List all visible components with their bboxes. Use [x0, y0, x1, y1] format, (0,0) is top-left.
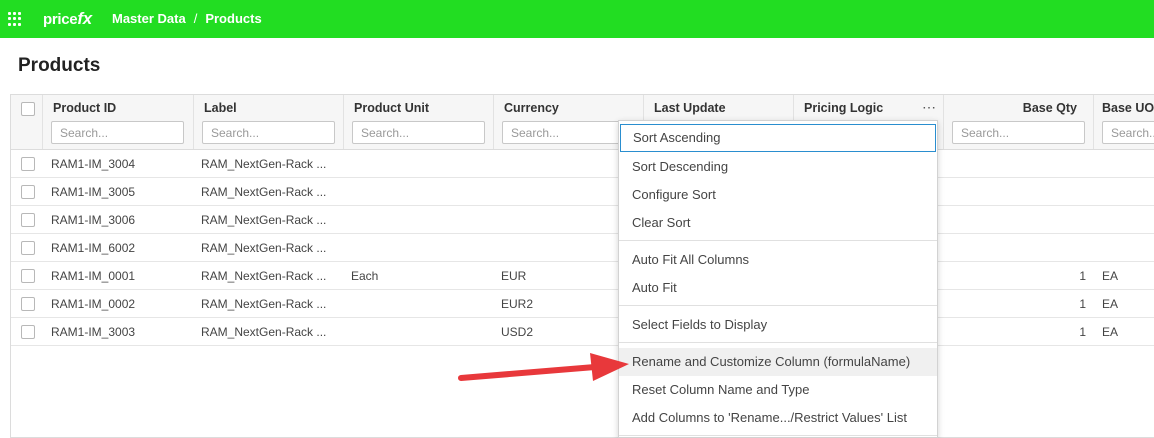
table-row[interactable]: RAM1-IM_3003 RAM_NextGen-Rack ... USD2 1… — [11, 318, 1154, 346]
menu-item-reset-column[interactable]: Reset Column Name and Type — [619, 376, 937, 404]
table-row[interactable]: RAM1-IM_3004 RAM_NextGen-Rack ... — [11, 150, 1154, 178]
select-all-checkbox[interactable] — [21, 102, 35, 116]
product-unit-search-input[interactable] — [352, 121, 485, 144]
cell-label: RAM_NextGen-Rack ... — [201, 325, 327, 339]
currency-search-input[interactable] — [502, 121, 635, 144]
breadcrumb: Master Data / Products — [112, 11, 262, 26]
cell-base-uom: EA — [1102, 325, 1119, 339]
column-context-menu: Sort Ascending Sort Descending Configure… — [618, 120, 938, 438]
breadcrumb-master-data[interactable]: Master Data — [112, 11, 186, 26]
base-uom-search-input[interactable] — [1102, 121, 1154, 144]
cell-currency: EUR2 — [501, 297, 534, 311]
menu-item-auto-fit-all[interactable]: Auto Fit All Columns — [619, 246, 937, 274]
menu-separator — [619, 305, 937, 306]
cell-base-uom: EA — [1102, 297, 1119, 311]
menu-item-rename-customize-column[interactable]: Rename and Customize Column (formulaName… — [619, 348, 937, 376]
cell-label: RAM_NextGen-Rack ... — [201, 241, 327, 255]
page-title: Products — [18, 55, 101, 76]
row-checkbox[interactable] — [21, 241, 35, 255]
row-checkbox[interactable] — [21, 157, 35, 171]
menu-item-sort-ascending[interactable]: Sort Ascending — [620, 124, 936, 152]
row-checkbox[interactable] — [21, 297, 35, 311]
menu-separator — [619, 240, 937, 241]
row-checkbox[interactable] — [21, 269, 35, 283]
cell-base-uom: EA — [1102, 269, 1119, 283]
row-checkbox[interactable] — [21, 325, 35, 339]
cell-product-id: RAM1-IM_3003 — [51, 325, 136, 339]
menu-item-configure-sort[interactable]: Configure Sort — [619, 181, 937, 209]
cell-label: RAM_NextGen-Rack ... — [201, 269, 327, 283]
cell-label: RAM_NextGen-Rack ... — [201, 297, 327, 311]
cell-currency: USD2 — [501, 325, 534, 339]
select-all-cell — [11, 95, 43, 149]
label-search-input[interactable] — [202, 121, 335, 144]
cell-label: RAM_NextGen-Rack ... — [201, 185, 327, 199]
table-row[interactable]: RAM1-IM_0001 RAM_NextGen-Rack ... Each E… — [11, 262, 1154, 290]
menu-item-add-columns[interactable]: Add Columns to 'Rename.../Restrict Value… — [619, 404, 937, 432]
top-bar: pricefx Master Data / Products — [0, 0, 1154, 38]
table-row[interactable]: RAM1-IM_6002 RAM_NextGen-Rack ... — [11, 234, 1154, 262]
table-row[interactable]: RAM1-IM_3005 RAM_NextGen-Rack ... — [11, 178, 1154, 206]
cell-unit: Each — [351, 269, 379, 283]
menu-separator — [619, 342, 937, 343]
cell-label: RAM_NextGen-Rack ... — [201, 213, 327, 227]
row-checkbox[interactable] — [21, 185, 35, 199]
cell-label: RAM_NextGen-Rack ... — [201, 157, 327, 171]
column-header-base-qty[interactable]: Base Qty — [944, 95, 1094, 149]
menu-item-sort-descending[interactable]: Sort Descending — [619, 153, 937, 181]
pricefx-logo[interactable]: pricefx — [43, 9, 92, 29]
cell-currency: EUR — [501, 269, 527, 283]
menu-separator — [619, 435, 937, 436]
menu-item-select-fields[interactable]: Select Fields to Display — [619, 311, 937, 339]
menu-item-auto-fit[interactable]: Auto Fit — [619, 274, 937, 302]
cell-base-qty: 1 — [1079, 269, 1086, 283]
column-header-product-unit[interactable]: Product Unit — [344, 95, 494, 149]
cell-product-id: RAM1-IM_3004 — [51, 157, 136, 171]
column-header-base-uom[interactable]: Base UOM — [1094, 95, 1154, 149]
cell-product-id: RAM1-IM_3005 — [51, 185, 136, 199]
menu-item-clear-sort[interactable]: Clear Sort — [619, 209, 937, 237]
annotation-arrow-icon — [458, 353, 629, 381]
app-grid-icon[interactable] — [8, 12, 22, 26]
cell-product-id: RAM1-IM_0002 — [51, 297, 136, 311]
column-header-label[interactable]: Label — [194, 95, 344, 149]
table-row[interactable]: RAM1-IM_3006 RAM_NextGen-Rack ... — [11, 206, 1154, 234]
column-header-product-id[interactable]: Product ID — [43, 95, 194, 149]
product-id-search-input[interactable] — [51, 121, 184, 144]
cell-base-qty: 1 — [1079, 297, 1086, 311]
table-row[interactable]: RAM1-IM_0002 RAM_NextGen-Rack ... EUR2 1… — [11, 290, 1154, 318]
row-checkbox[interactable] — [21, 213, 35, 227]
cell-base-qty: 1 — [1079, 325, 1086, 339]
base-qty-search-input[interactable] — [952, 121, 1085, 144]
cell-product-id: RAM1-IM_0001 — [51, 269, 136, 283]
breadcrumb-separator: / — [193, 11, 198, 26]
column-menu-icon[interactable]: ⋯ — [922, 99, 937, 116]
cell-product-id: RAM1-IM_6002 — [51, 241, 136, 255]
breadcrumb-products[interactable]: Products — [205, 11, 261, 26]
cell-product-id: RAM1-IM_3006 — [51, 213, 136, 227]
grid-header: Product ID Label Product Unit Currency L… — [11, 95, 1154, 150]
